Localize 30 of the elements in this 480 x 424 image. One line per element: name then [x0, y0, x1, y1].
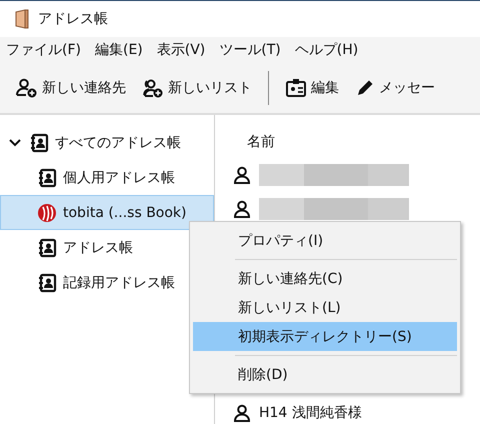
window-title: アドレス帳: [38, 10, 108, 28]
menu-item[interactable]: 編集(E): [94, 41, 143, 59]
menu-item[interactable]: ファイル(F): [6, 41, 81, 59]
person-icon: [233, 200, 251, 218]
tree-item[interactable]: すべてのアドレス帳: [0, 125, 214, 160]
contact-name[interactable]: H14 浅間純香様: [259, 404, 362, 422]
column-header[interactable]: 名前: [247, 132, 275, 150]
address-book-icon: [37, 272, 57, 292]
tree-item[interactable]: tobita (...ss Book): [0, 195, 214, 230]
toolbar-button[interactable]: 編集: [279, 74, 345, 102]
tree-item[interactable]: 個人用アドレス帳: [0, 160, 214, 195]
swirl-icon: [37, 202, 57, 222]
toolbar-button[interactable]: メッセー: [349, 74, 441, 102]
menu-item[interactable]: 初期表示ディレクトリー(S): [193, 322, 457, 351]
person-plus-icon: [16, 78, 38, 98]
id-card-icon: [285, 78, 307, 98]
address-book-icon: [29, 132, 49, 152]
menu-item[interactable]: 表示(V): [156, 41, 206, 59]
pencil-icon: [355, 78, 375, 98]
menu-item[interactable]: 削除(D): [193, 360, 457, 389]
toolbar-button[interactable]: 新しい連絡先: [10, 74, 132, 102]
menu-item[interactable]: ツール(T): [219, 41, 281, 59]
address-book-icon: [37, 238, 57, 258]
address-book-icon: [37, 168, 57, 188]
menu-item[interactable]: ヘルプ(H): [294, 41, 358, 59]
book-icon: [14, 9, 30, 29]
person-icon: [233, 166, 251, 184]
person-icon: [233, 404, 251, 422]
toolbar-button[interactable]: 新しいリスト: [136, 74, 258, 102]
people-plus-icon: [142, 78, 164, 98]
